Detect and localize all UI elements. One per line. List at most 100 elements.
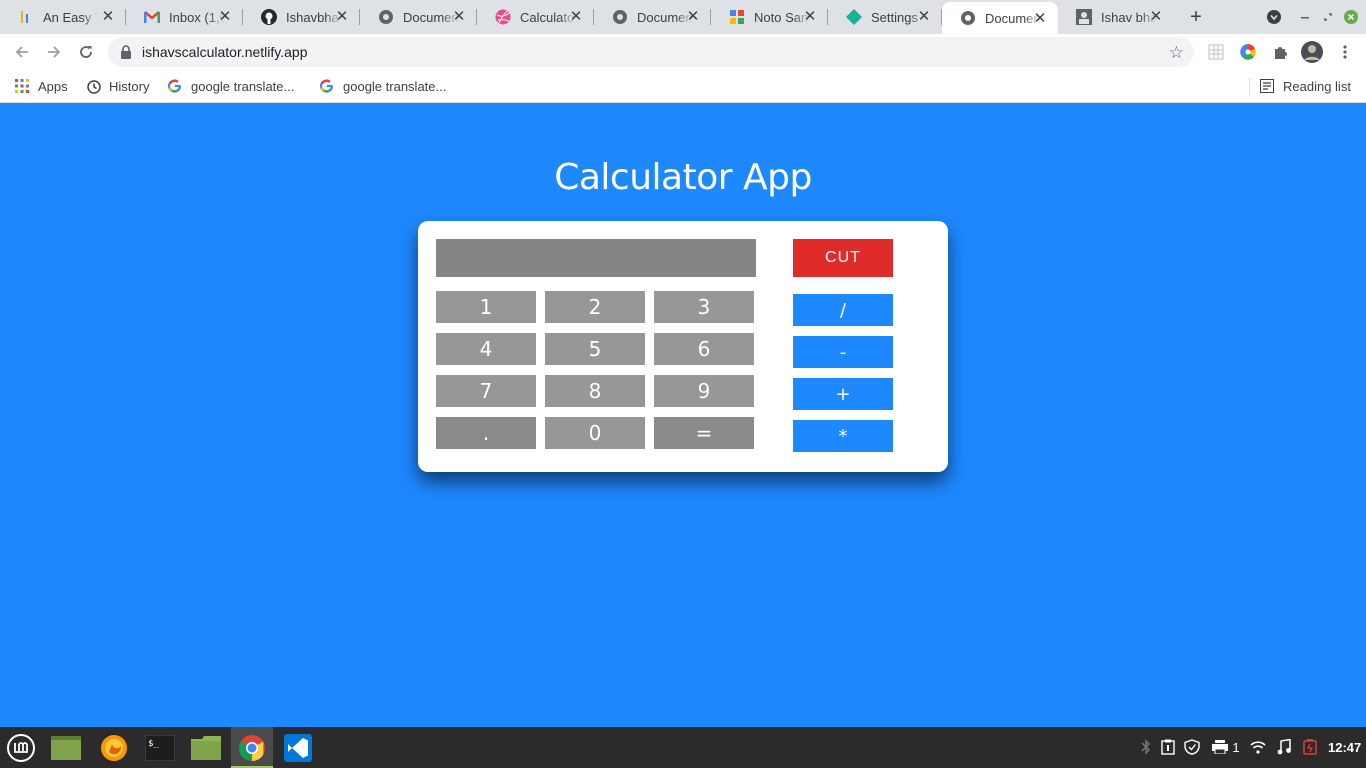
close-icon[interactable]: ✕ <box>916 9 932 25</box>
browser-toolbar: ishavscalculator.netlify.app ☆ <box>0 34 1366 70</box>
history-clock-icon <box>85 78 101 94</box>
key-2[interactable]: 2 <box>545 291 645 323</box>
key-9[interactable]: 9 <box>654 375 754 407</box>
dribbble-favicon-icon <box>495 9 511 25</box>
key-3[interactable]: 3 <box>654 291 754 323</box>
tab-8-active[interactable]: Documen ✕ <box>942 2 1058 34</box>
clock[interactable]: 12:47 <box>1328 740 1361 755</box>
calculator-panel: CUT 1 2 3 4 5 6 7 8 9 . 0 = / - + * <box>418 221 948 472</box>
key-decimal[interactable]: . <box>436 417 536 449</box>
key-1[interactable]: 1 <box>436 291 536 323</box>
tab-search-icon[interactable] <box>1266 9 1282 25</box>
close-icon[interactable]: ✕ <box>568 9 584 25</box>
key-0[interactable]: 0 <box>545 417 645 449</box>
new-tab-button[interactable]: + <box>1185 7 1207 27</box>
bookmark-google-translate-1[interactable]: google translate... <box>167 77 294 95</box>
reading-list-icon <box>1259 78 1275 94</box>
bookmark-label: History <box>109 78 150 94</box>
bookmark-label: Apps <box>38 78 68 94</box>
bookmarks-divider <box>1249 78 1250 96</box>
workspace-indicator[interactable]: 1 <box>1231 739 1241 755</box>
close-icon[interactable]: ✕ <box>802 9 818 25</box>
reading-list-label: Reading list <box>1283 78 1351 94</box>
printer-icon[interactable] <box>1212 739 1228 755</box>
key-equals[interactable]: = <box>654 417 754 449</box>
tab-0[interactable]: An Easy T ✕ <box>0 0 126 34</box>
reading-list-button[interactable]: Reading list <box>1259 77 1351 95</box>
tab-1[interactable]: Inbox (1,0 ✕ <box>126 0 243 34</box>
globe-favicon-icon <box>612 9 628 25</box>
close-icon[interactable]: ✕ <box>451 9 467 25</box>
extension-grid-icon[interactable] <box>1207 43 1225 61</box>
forward-icon[interactable] <box>44 42 64 62</box>
close-icon[interactable]: ✕ <box>334 9 350 25</box>
close-window-icon[interactable] <box>1343 9 1359 25</box>
menu-kebab-icon[interactable] <box>1336 43 1354 61</box>
gmail-favicon-icon <box>144 9 160 25</box>
terminal-icon[interactable]: $_ <box>144 732 176 764</box>
github-favicon-icon <box>261 9 277 25</box>
chrome-icon[interactable] <box>236 732 268 764</box>
bookmark-label: google translate... <box>191 78 295 94</box>
close-icon[interactable]: ✕ <box>1032 11 1048 27</box>
close-icon[interactable]: ✕ <box>100 9 116 25</box>
shield-icon[interactable] <box>1184 739 1200 755</box>
vscode-icon[interactable] <box>282 732 314 764</box>
key-subtract[interactable]: - <box>793 336 893 368</box>
firefox-icon[interactable] <box>98 732 130 764</box>
close-icon[interactable]: ✕ <box>1148 9 1164 25</box>
close-icon[interactable]: ✕ <box>685 9 701 25</box>
tab-5[interactable]: Documen ✕ <box>594 0 711 34</box>
address-bar[interactable]: ishavscalculator.netlify.app ☆ <box>108 37 1194 67</box>
files-folder-icon[interactable] <box>190 732 222 764</box>
globe-favicon-icon <box>960 10 976 26</box>
calculator-display[interactable] <box>436 239 756 277</box>
lock-icon <box>120 45 132 64</box>
bookmark-history[interactable]: History <box>85 77 149 95</box>
tab-9[interactable]: Ishav bha ✕ <box>1058 0 1174 34</box>
back-icon[interactable] <box>12 42 32 62</box>
page-title: Calculator App <box>554 157 812 198</box>
close-icon[interactable]: ✕ <box>217 9 233 25</box>
tab-2[interactable]: Ishavbha ✕ <box>243 0 360 34</box>
restore-icon[interactable] <box>1320 9 1336 25</box>
tab-4[interactable]: Calculato ✕ <box>477 0 594 34</box>
tab-strip: An Easy T ✕ Inbox (1,0 ✕ Ishavbha ✕ Docu… <box>0 0 1366 34</box>
apps-grid-icon <box>14 78 30 94</box>
google-g-icon <box>319 78 335 94</box>
battery-warning-icon[interactable] <box>1302 739 1318 755</box>
key-5[interactable]: 5 <box>545 333 645 365</box>
reload-icon[interactable] <box>76 42 96 62</box>
tab-6[interactable]: Noto San ✕ <box>711 0 828 34</box>
key-add[interactable]: + <box>793 378 893 410</box>
bookmark-apps[interactable]: Apps <box>14 77 68 95</box>
key-7[interactable]: 7 <box>436 375 536 407</box>
key-6[interactable]: 6 <box>654 333 754 365</box>
tab-7[interactable]: Settings ✕ <box>828 0 942 34</box>
music-note-icon[interactable] <box>1276 739 1292 755</box>
wifi-icon[interactable] <box>1250 739 1266 755</box>
url-text: ishavscalculator.netlify.app <box>142 44 308 60</box>
bookmark-label: google translate... <box>343 78 447 94</box>
key-4[interactable]: 4 <box>436 333 536 365</box>
color-wheel-icon[interactable] <box>1239 43 1257 61</box>
mint-menu-icon[interactable] <box>5 732 37 764</box>
cut-button[interactable]: CUT <box>793 239 893 277</box>
taskbar: $_ 1 12:47 <box>0 727 1366 768</box>
clipboard-icon[interactable] <box>1160 739 1176 755</box>
bookmark-star-icon[interactable]: ☆ <box>1169 43 1184 63</box>
profile-avatar[interactable] <box>1301 41 1323 63</box>
show-desktop-icon[interactable] <box>50 732 82 764</box>
key-multiply[interactable]: * <box>793 420 893 452</box>
key-8[interactable]: 8 <box>545 375 645 407</box>
diamond-favicon-icon <box>846 9 862 25</box>
globe-favicon-icon <box>378 9 394 25</box>
bookmark-google-translate-2[interactable]: google translate... <box>319 77 446 95</box>
key-divide[interactable]: / <box>793 294 893 326</box>
minimize-icon[interactable] <box>1297 9 1313 25</box>
google-fonts-favicon-icon <box>729 9 745 25</box>
extensions-puzzle-icon[interactable] <box>1271 43 1289 61</box>
tab-3[interactable]: Documen ✕ <box>360 0 477 34</box>
bluetooth-icon[interactable] <box>1138 739 1154 755</box>
svg-text:$_: $_ <box>148 739 159 749</box>
